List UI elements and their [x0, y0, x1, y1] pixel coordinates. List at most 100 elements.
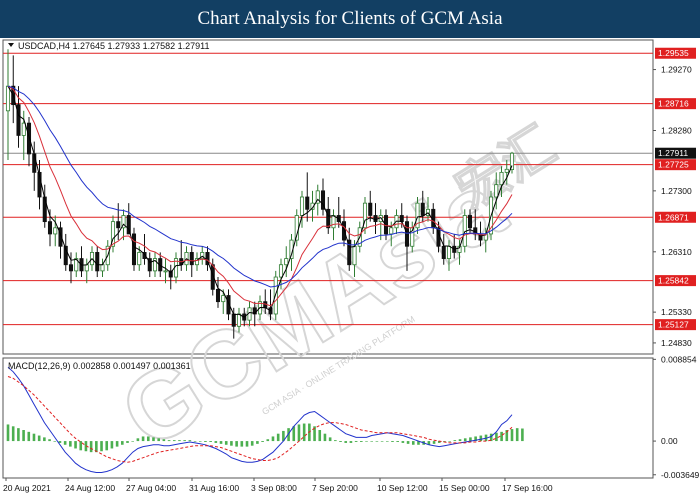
- chart-area: GCMAsia宏汇GCM ASIA · ONLINE TRADING PLATF…: [2, 39, 700, 493]
- macd-histogram-bar: [297, 424, 301, 442]
- candle-body: [299, 196, 305, 216]
- candle-body: [305, 196, 310, 210]
- candle-body: [53, 227, 58, 235]
- macd-histogram-bar: [43, 437, 46, 442]
- macd-histogram-bar: [261, 441, 264, 442]
- macd-histogram-bar: [344, 441, 348, 443]
- macd-histogram-bar: [365, 441, 368, 442]
- candle-body: [32, 153, 37, 173]
- macd-histogram-bar: [126, 441, 129, 443]
- candle-body: [100, 264, 105, 272]
- candle-body: [278, 264, 284, 278]
- macd-histogram-bar: [339, 441, 342, 442]
- price-y-tick-label: 1.25330: [661, 307, 692, 317]
- candle-body: [399, 215, 404, 223]
- macd-histogram-bar: [219, 441, 223, 444]
- macd-histogram-bar: [27, 431, 31, 442]
- macd-histogram-bar: [266, 439, 270, 442]
- macd-histogram-bar: [328, 437, 332, 442]
- macd-histogram-bar: [495, 432, 498, 442]
- candle-body: [389, 227, 394, 235]
- x-tick-label: 20 Aug 2021: [3, 483, 51, 493]
- macd-histogram-bar: [318, 430, 322, 442]
- macd-label: MACD(12,26,9) 0.002858 0.001497 0.001361: [8, 361, 191, 371]
- x-tick-label: 7 Sep 20:00: [312, 483, 358, 493]
- macd-histogram-bar: [37, 435, 41, 442]
- price-y-tick-label: 1.26310: [661, 247, 692, 257]
- macd-histogram-bar: [209, 441, 212, 442]
- macd-histogram-bar: [183, 440, 186, 442]
- candle-body: [368, 202, 373, 216]
- level-tag-label: 1.29535: [658, 48, 689, 58]
- macd-histogram-bar: [375, 441, 379, 442]
- macd-histogram-bar: [6, 424, 10, 442]
- x-tick-label: 17 Sep 16:00: [502, 483, 553, 493]
- macd-histogram-bar: [204, 441, 207, 442]
- banner-title: Chart Analysis for Clients of GCM Asia: [197, 8, 503, 29]
- banner: Chart Analysis for Clients of GCM Asia: [0, 0, 700, 38]
- candle-body: [326, 208, 331, 229]
- candle-body: [26, 122, 32, 155]
- x-tick-label: 3 Sep 08:00: [251, 483, 297, 493]
- macd-histogram-bar: [22, 430, 25, 442]
- macd-histogram-bar: [334, 440, 337, 442]
- macd-histogram-bar: [271, 436, 275, 442]
- macd-y-tick-label: 0.008854: [661, 354, 697, 364]
- macd-histogram-bar: [110, 441, 114, 449]
- macd-y-tick-label: -0.003649: [661, 470, 700, 480]
- macd-histogram-bar: [146, 436, 150, 442]
- macd-histogram-bar: [214, 441, 218, 443]
- candle-body: [95, 252, 100, 272]
- macd-histogram-bar: [521, 428, 524, 442]
- macd-histogram-bar: [370, 441, 374, 442]
- x-tick-label: 10 Sep 12:00: [377, 483, 428, 493]
- macd-histogram-bar: [32, 433, 36, 442]
- macd-histogram-bar: [292, 426, 296, 442]
- macd-histogram-bar: [256, 441, 259, 444]
- candle-body: [221, 295, 226, 303]
- macd-histogram-bar: [479, 435, 483, 442]
- macd-histogram-bar: [141, 436, 145, 442]
- candle-body: [504, 168, 509, 173]
- macd-histogram-bar: [380, 441, 384, 442]
- macd-histogram-bar: [406, 441, 410, 444]
- candle-body: [467, 215, 473, 229]
- macd-histogram-bar: [458, 439, 462, 442]
- macd-histogram-bar: [63, 441, 67, 445]
- candle-body: [21, 122, 26, 136]
- macd-histogram-bar: [11, 426, 15, 442]
- current-price-label: 1.27911: [658, 148, 688, 158]
- macd-histogram-bar: [250, 441, 254, 446]
- candle-body: [331, 215, 336, 229]
- macd-histogram-bar: [224, 441, 228, 445]
- price-y-tick-label: 1.29270: [661, 65, 692, 75]
- candle-body: [116, 221, 121, 229]
- macd-histogram-bar: [53, 441, 57, 442]
- candle-body: [284, 258, 289, 266]
- macd-histogram-bar: [323, 433, 327, 442]
- macd-histogram-bar: [515, 428, 519, 442]
- macd-histogram-bar: [396, 441, 399, 442]
- candle-body: [446, 245, 452, 259]
- macd-histogram-bar: [276, 433, 280, 442]
- candle-body: [494, 184, 499, 198]
- level-tag-label: 1.25842: [658, 276, 689, 286]
- macd-histogram-bar: [385, 441, 389, 442]
- macd-histogram-bar: [432, 441, 436, 444]
- macd-histogram-bar: [391, 441, 394, 442]
- price-y-tick-label: 1.27300: [661, 186, 692, 196]
- x-tick-label: 24 Aug 12:00: [65, 483, 115, 493]
- level-tag-label: 1.25127: [658, 320, 689, 330]
- candle-body: [499, 171, 504, 186]
- macd-histogram-bar: [74, 441, 77, 449]
- macd-histogram-bar: [500, 431, 503, 442]
- macd-histogram-bar: [349, 441, 353, 443]
- x-tick-label: 31 Aug 16:00: [189, 483, 239, 493]
- macd-histogram-bar: [188, 440, 192, 442]
- macd-histogram-bar: [198, 441, 202, 442]
- macd-histogram-bar: [302, 423, 306, 442]
- x-tick-label: 15 Sep 00:00: [439, 483, 490, 493]
- candle-body: [231, 313, 236, 327]
- macd-histogram-bar: [89, 441, 93, 453]
- candle-body: [189, 252, 194, 266]
